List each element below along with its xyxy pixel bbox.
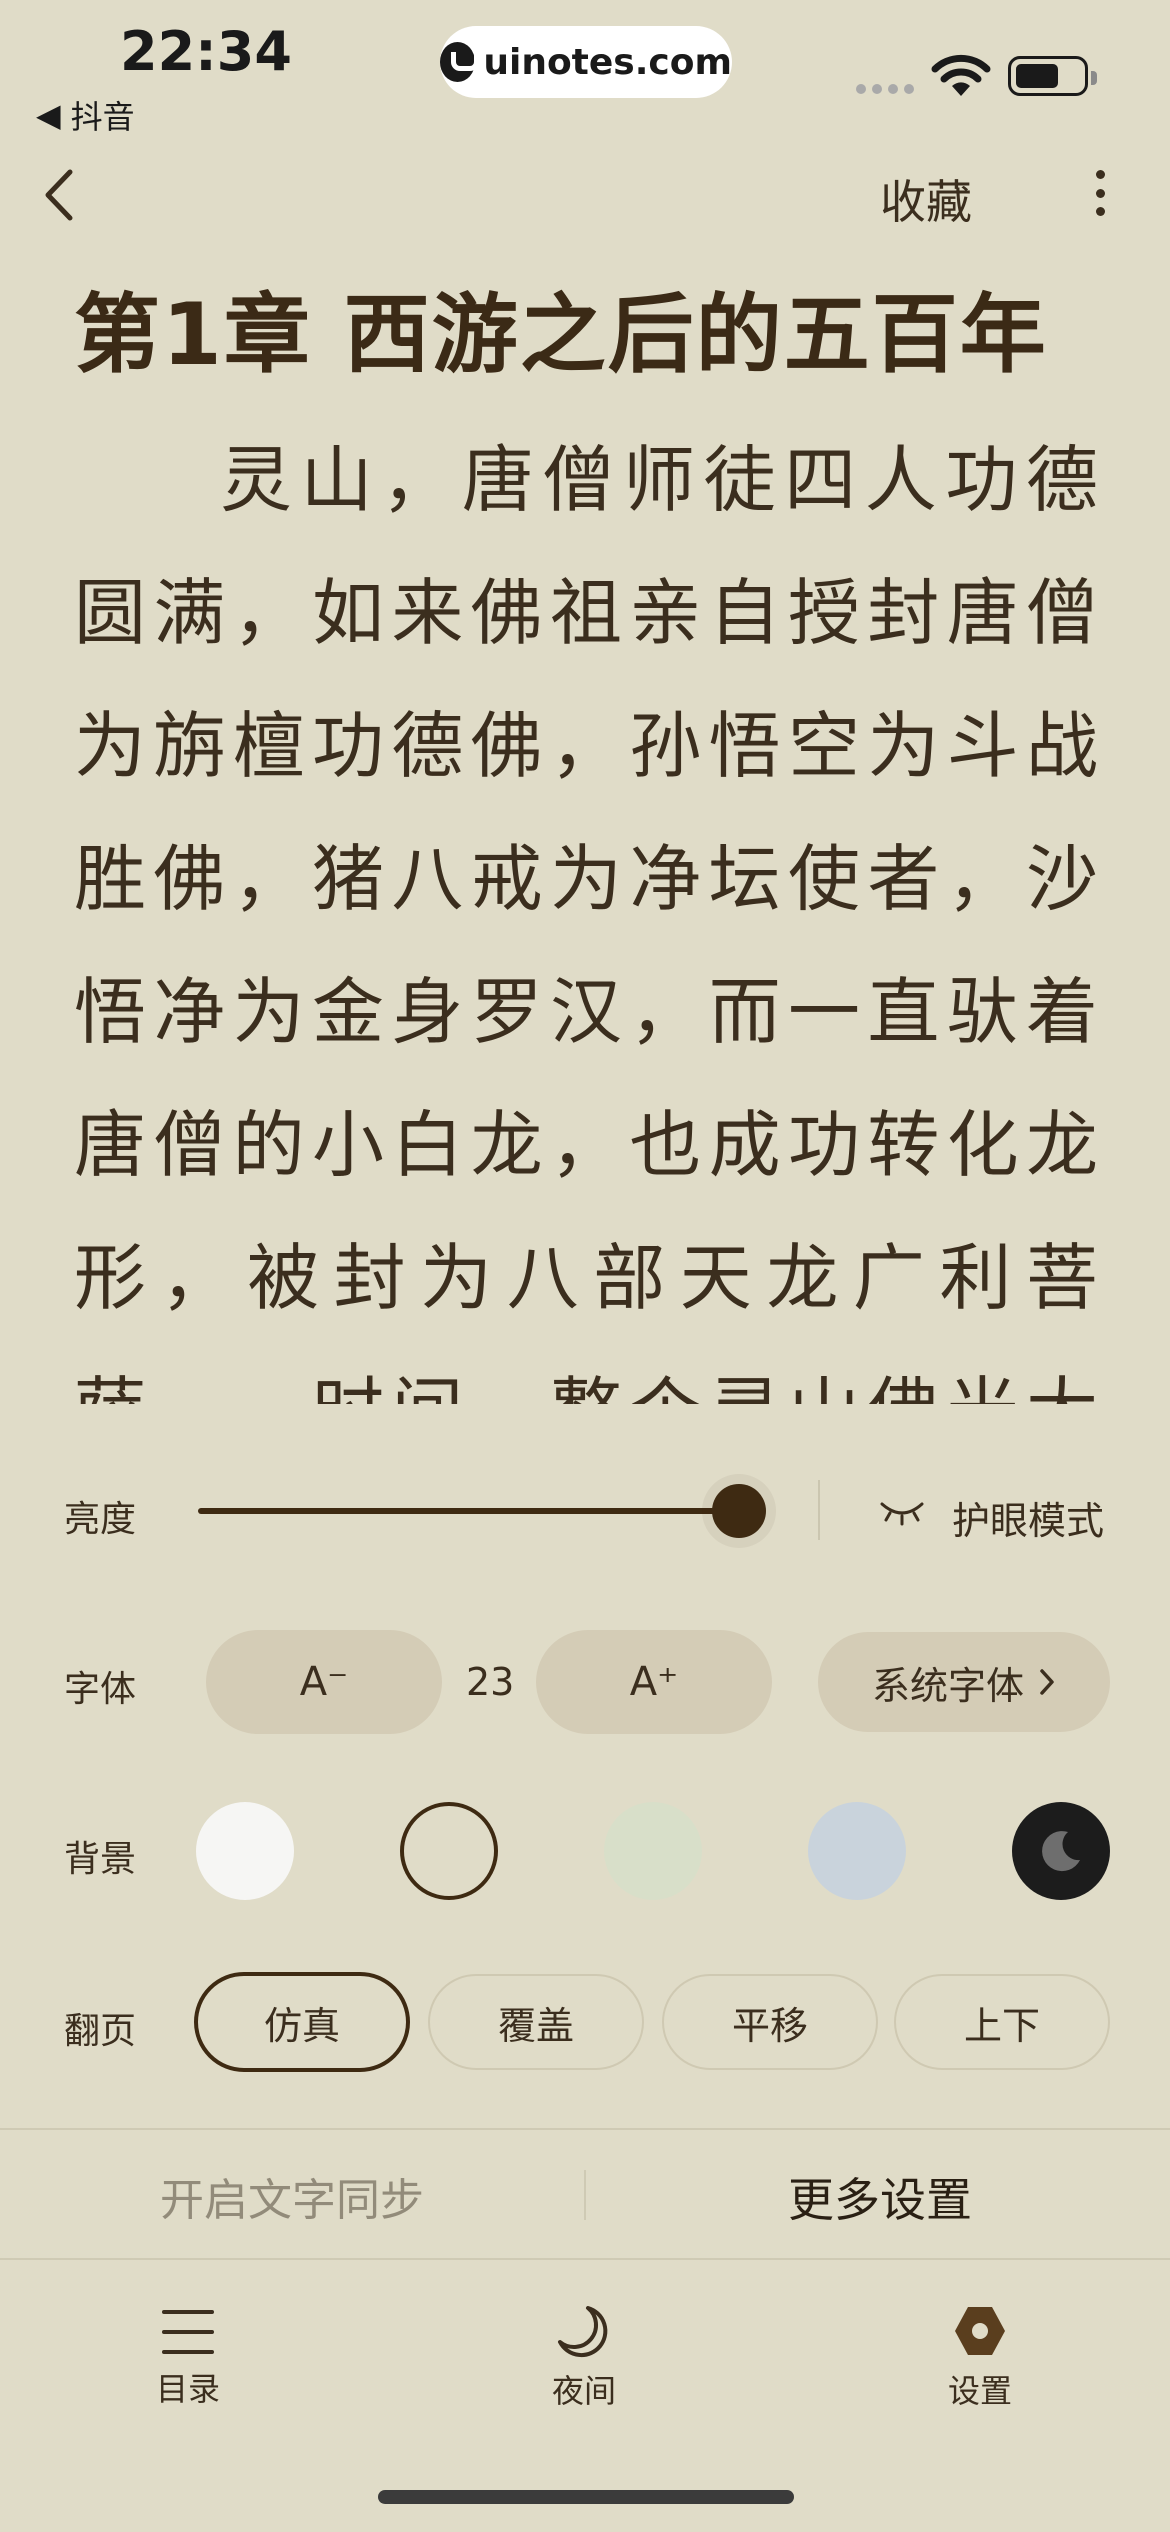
more-options-icon[interactable] — [1092, 170, 1108, 216]
more-settings-button[interactable]: 更多设置 — [788, 2164, 972, 2230]
home-indicator — [378, 2490, 794, 2504]
brightness-slider-track[interactable] — [198, 1508, 738, 1514]
back-app-label: 抖音 — [70, 98, 135, 136]
divider — [0, 2128, 1170, 2130]
eye-mode-label[interactable]: 护眼模式 — [952, 1490, 1104, 1545]
bg-swatch-white[interactable] — [196, 1802, 294, 1900]
hexagon-gear-icon — [955, 2307, 1005, 2355]
tab-night-label: 夜间 — [551, 2372, 616, 2410]
chevron-right-icon — [1040, 1669, 1054, 1695]
back-chevron-icon[interactable] — [40, 168, 80, 222]
bg-swatch-green[interactable] — [604, 1802, 702, 1900]
divider — [0, 2258, 1170, 2260]
tab-night[interactable]: 夜间 — [524, 2302, 644, 2412]
battery-icon — [1008, 56, 1097, 96]
moon-icon — [1042, 1831, 1080, 1872]
page-turn-option-slide[interactable]: 平移 — [662, 1974, 878, 2070]
closed-eye-icon[interactable] — [878, 1496, 926, 1526]
page-turn-option-simulate[interactable]: 仿真 — [194, 1972, 410, 2072]
tab-catalog-label: 目录 — [155, 2370, 220, 2408]
text-sync-button[interactable]: 开启文字同步 — [160, 2164, 424, 2228]
font-increase-button[interactable]: A⁺ — [536, 1630, 772, 1734]
uinotes-logo-icon — [440, 42, 480, 82]
status-time: 22:34 — [120, 20, 292, 83]
url-pill: uinotes.com — [440, 26, 732, 98]
reading-content[interactable]: 灵山，唐僧师徒四人功德圆满，如来佛祖亲自授封唐僧为旃檀功德佛，孙悟空为斗战胜佛，… — [74, 414, 1104, 1404]
tab-settings[interactable]: 设置 — [920, 2302, 1040, 2412]
wifi-icon — [931, 54, 991, 96]
back-to-app-link[interactable]: ◀ 抖音 — [36, 92, 135, 138]
bg-swatch-dark[interactable] — [1012, 1802, 1110, 1900]
url-text: uinotes.com — [483, 41, 732, 83]
cellular-signal-icon — [856, 84, 914, 94]
moon-icon — [558, 2306, 608, 2358]
back-triangle-icon: ◀ — [36, 96, 61, 134]
brightness-label: 亮度 — [64, 1499, 137, 1540]
font-decrease-button[interactable]: A⁻ — [206, 1630, 442, 1734]
brightness-slider-knob[interactable] — [712, 1484, 766, 1538]
font-size-value: 23 — [466, 1660, 515, 1704]
page-turn-label: 翻页 — [64, 2011, 137, 2052]
page-turn-option-vertical[interactable]: 上下 — [894, 1974, 1110, 2070]
bg-swatch-beige-selected[interactable] — [400, 1802, 498, 1900]
font-family-label: 系统字体 — [871, 1663, 1024, 1708]
chapter-body: 灵山，唐僧师徒四人功德圆满，如来佛祖亲自授封唐僧为旃檀功德佛，孙悟空为斗战胜佛，… — [74, 438, 1104, 1404]
collect-button[interactable]: 收藏 — [880, 166, 972, 232]
chapter-title: 第1章 西游之后的五百年 — [74, 285, 1048, 385]
divider — [584, 2170, 586, 2220]
font-label: 字体 — [64, 1669, 137, 1710]
divider — [818, 1480, 820, 1540]
list-icon — [162, 2310, 214, 2354]
font-family-button[interactable]: 系统字体 — [818, 1632, 1110, 1732]
background-label: 背景 — [64, 1839, 137, 1880]
tab-catalog[interactable]: 目录 — [128, 2306, 248, 2410]
page-turn-option-cover[interactable]: 覆盖 — [428, 1974, 644, 2070]
tab-settings-label: 设置 — [947, 2372, 1012, 2410]
bg-swatch-blue[interactable] — [808, 1802, 906, 1900]
